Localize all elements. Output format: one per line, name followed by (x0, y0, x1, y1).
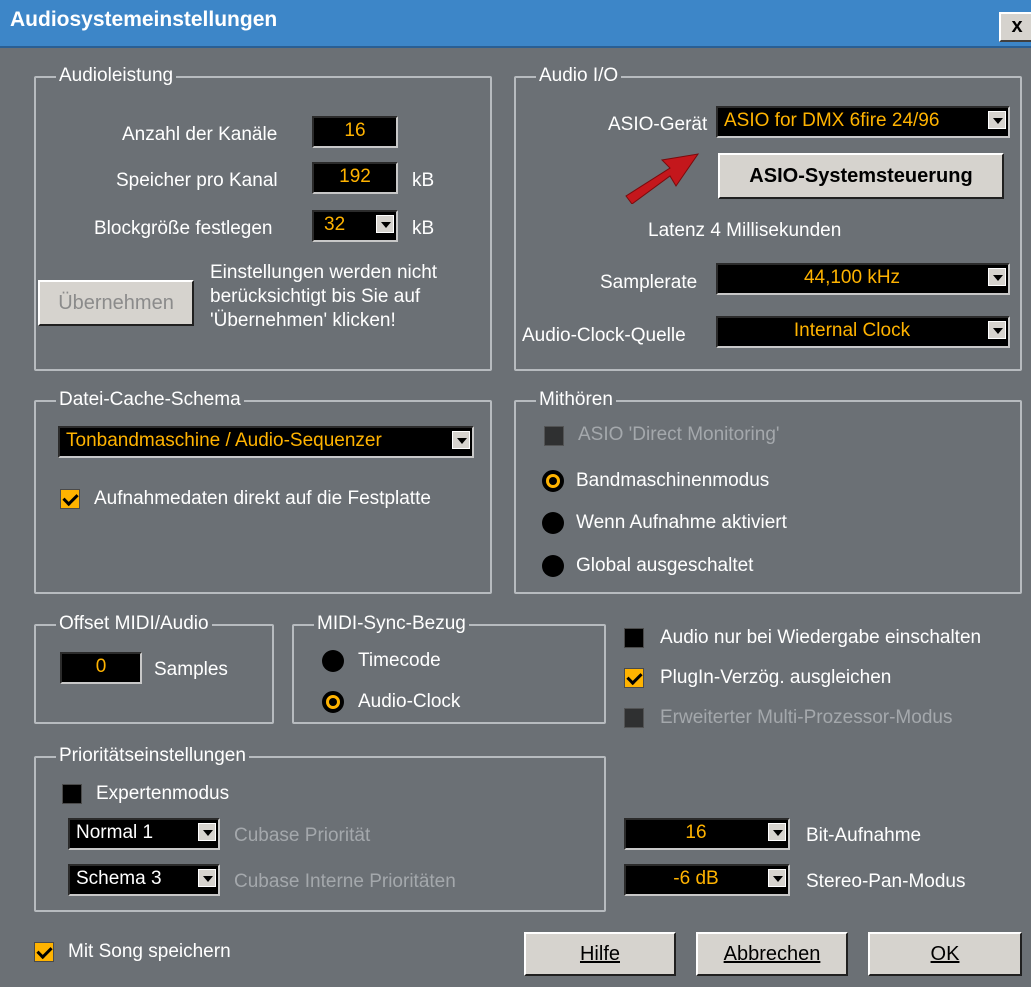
expert-mode-checkbox[interactable] (62, 784, 82, 804)
ok-button[interactable]: OK (868, 932, 1022, 976)
bit-depth-label: Bit-Aufnahme (806, 825, 922, 846)
monitoring-option-global-radio[interactable] (542, 555, 564, 577)
asio-control-panel-button[interactable]: ASIO-Systemsteuerung (718, 153, 1004, 199)
title-bar[interactable]: Audiosystemeinstellungen x (0, 0, 1031, 48)
clock-source-label: Audio-Clock-Quelle (522, 325, 686, 346)
sync-timecode-label: Timecode (358, 650, 441, 671)
block-unit: kB (412, 218, 435, 239)
samplerate-label: Samplerate (600, 272, 698, 293)
apply-note-line1: Einstellungen werden nicht (210, 262, 438, 283)
monitoring-option-aufnahme: Wenn Aufnahme aktiviert (576, 512, 787, 533)
offset-field[interactable]: 0 (60, 652, 142, 684)
samplerate-select[interactable]: 44,100 kHz (716, 263, 1010, 295)
monitoring-option-bandmaschine-radio[interactable] (542, 470, 564, 492)
asio-device-label: ASIO-Gerät (608, 114, 708, 135)
apply-button[interactable]: Übernehmen (38, 280, 194, 326)
pan-mode-label: Stereo-Pan-Modus (806, 871, 966, 892)
chevron-down-icon (452, 431, 470, 449)
cubase-priority-select[interactable]: Normal 1 (68, 818, 220, 850)
sync-timecode-radio[interactable] (322, 650, 344, 672)
block-size-select[interactable]: 32 (312, 210, 398, 242)
playback-only-checkbox[interactable] (624, 628, 644, 648)
plugin-delay-checkbox[interactable] (624, 668, 644, 688)
midi-sync-legend: MIDI-Sync-Bezug (314, 613, 469, 635)
memory-unit: kB (412, 170, 435, 191)
plugin-delay-label: PlugIn-Verzög. ausgleichen (660, 667, 892, 688)
sync-audio-clock-radio[interactable] (322, 691, 344, 713)
priority-legend: Prioritätseinstellungen (56, 745, 249, 767)
offset-legend: Offset MIDI/Audio (56, 613, 212, 635)
direct-to-disk-checkbox[interactable] (60, 489, 80, 509)
chevron-down-icon (376, 215, 394, 233)
asio-direct-monitoring-checkbox[interactable] (544, 426, 564, 446)
expert-mode-label: Expertenmodus (96, 783, 230, 804)
memory-label: Speicher pro Kanal (116, 170, 278, 191)
audioleistung-legend: Audioleistung (56, 65, 177, 87)
monitoring-option-bandmaschine: Bandmaschinenmodus (576, 470, 770, 491)
apply-note-line2: berücksichtigt bis Sie auf (210, 286, 421, 307)
offset-unit: Samples (154, 659, 228, 680)
save-with-song-checkbox[interactable] (34, 942, 54, 962)
audio-io-legend: Audio I/O (536, 65, 622, 87)
channels-label: Anzahl der Kanäle (122, 124, 278, 145)
cancel-button[interactable]: Abbrechen (696, 932, 848, 976)
monitoring-option-aufnahme-radio[interactable] (542, 512, 564, 534)
monitoring-option-global: Global ausgeschaltet (576, 555, 754, 576)
chevron-down-icon (198, 869, 216, 887)
chevron-down-icon (768, 823, 786, 841)
channels-field[interactable]: 16 (312, 116, 398, 148)
close-icon: x (1011, 15, 1023, 37)
chevron-down-icon (988, 268, 1006, 286)
save-with-song-label: Mit Song speichern (68, 941, 231, 962)
chevron-down-icon (768, 869, 786, 887)
chevron-down-icon (988, 321, 1006, 339)
pan-mode-select[interactable]: -6 dB (624, 864, 790, 896)
close-button[interactable]: x (999, 12, 1031, 42)
audio-system-settings-dialog: Audiosystemeinstellungen x Audioleistung… (0, 0, 1031, 987)
chevron-down-icon (198, 823, 216, 841)
internal-priority-select[interactable]: Schema 3 (68, 864, 220, 896)
direct-to-disk-label: Aufnahmedaten direkt auf die Festplatte (94, 488, 431, 509)
playback-only-label: Audio nur bei Wiedergabe einschalten (660, 627, 982, 648)
window-title: Audiosystemeinstellungen (10, 8, 278, 31)
cubase-priority-label: Cubase Priorität (234, 825, 371, 846)
memory-field[interactable]: 192 (312, 162, 398, 194)
multiprocessor-label: Erweiterter Multi-Prozessor-Modus (660, 707, 953, 728)
file-cache-legend: Datei-Cache-Schema (56, 389, 244, 411)
chevron-down-icon (988, 111, 1006, 129)
cache-mode-select[interactable]: Tonbandmaschine / Audio-Sequenzer (58, 426, 474, 458)
latency-text: Latenz 4 Millisekunden (648, 220, 842, 241)
clock-source-select[interactable]: Internal Clock (716, 316, 1010, 348)
monitoring-legend: Mithören (536, 389, 616, 411)
asio-direct-monitoring-label: ASIO 'Direct Monitoring' (578, 424, 780, 445)
multiprocessor-checkbox[interactable] (624, 708, 644, 728)
asio-device-select[interactable]: ASIO for DMX 6fire 24/96 (716, 106, 1010, 138)
arrow-icon (625, 153, 700, 204)
bit-depth-select[interactable]: 16 (624, 818, 790, 850)
help-button[interactable]: Hilfe (524, 932, 676, 976)
sync-audio-clock-label: Audio-Clock (358, 691, 461, 712)
internal-priority-label: Cubase Interne Prioritäten (234, 871, 456, 892)
apply-note-line3: 'Übernehmen' klicken! (210, 310, 396, 331)
block-label: Blockgröße festlegen (94, 218, 273, 239)
